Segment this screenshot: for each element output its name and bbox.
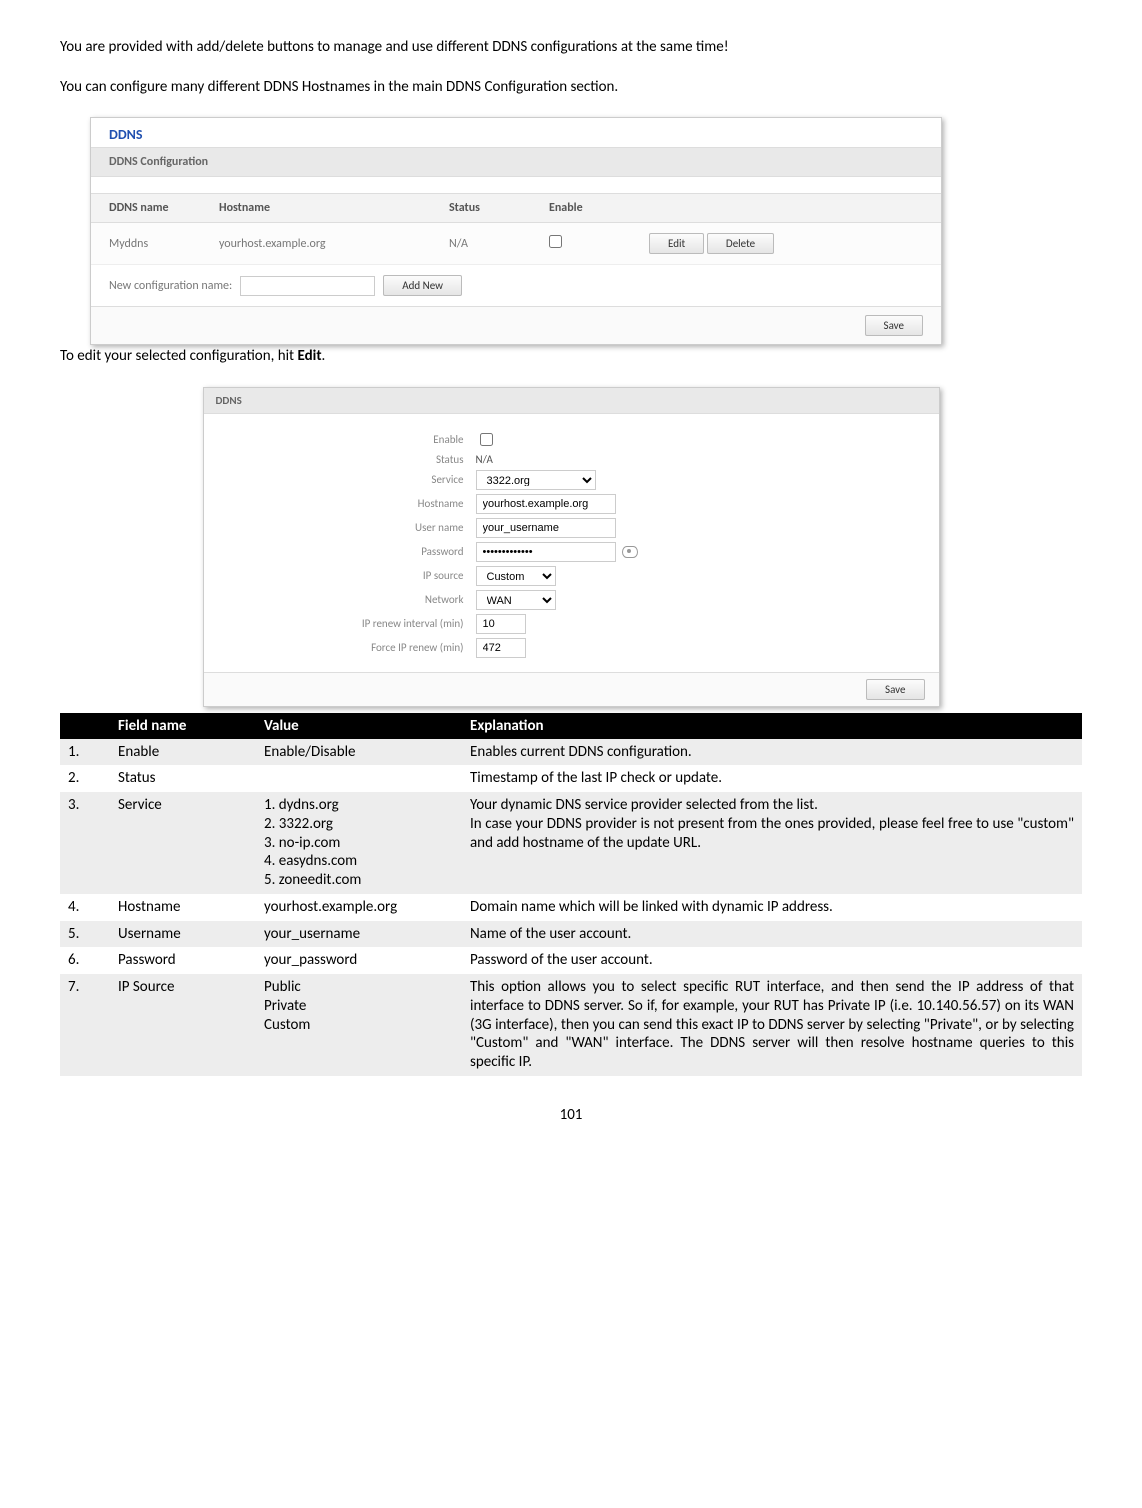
table-row: 7.IP SourcePublic Private CustomThis opt… [60,974,1082,1076]
ddns-edit-screenshot: DDNS Enable Status N/A Service 3322.org … [203,387,940,707]
th-num [60,713,110,739]
edit-instruction: To edit your selected configuration, hit… [60,347,1082,367]
forceip-input[interactable] [476,638,526,658]
cell-hostname: yourhost.example.org [219,237,449,251]
th-field: Field name [110,713,256,739]
delete-button[interactable]: Delete [707,233,774,254]
label-password: Password [204,545,476,558]
table-row: 4.Hostnameyourhost.example.orgDomain nam… [60,894,1082,921]
panel-subtitle: DDNS Configuration [91,147,941,177]
show-password-icon[interactable] [622,546,638,558]
label-forceip: Force IP renew (min) [204,641,476,654]
enable-checkbox[interactable] [549,235,562,248]
network-select[interactable]: WAN [476,590,556,610]
col-enable: Enable [549,201,649,215]
ddns-list-screenshot: DDNS DDNS Configuration DDNS name Hostna… [90,117,942,345]
intro-paragraph-2: You can configure many different DDNS Ho… [60,78,1082,98]
cell-status: N/A [449,237,549,251]
hostname-input[interactable] [476,494,616,514]
col-ddns-name: DDNS name [109,201,219,215]
iprenew-input[interactable] [476,614,526,634]
password-input[interactable] [476,542,616,562]
label-ipsource: IP source [204,569,476,582]
enable-checkbox-edit[interactable] [480,433,493,446]
new-config-row: New configuration name: Add New [91,264,941,306]
edit-button[interactable]: Edit [649,233,704,254]
page-number: 101 [60,1106,1082,1124]
label-hostname: Hostname [204,497,476,510]
add-new-button[interactable]: Add New [383,275,462,296]
th-value: Value [256,713,462,739]
edit-panel-title: DDNS [204,388,939,414]
col-hostname: Hostname [219,201,449,215]
label-network: Network [204,593,476,606]
list-header-row: DDNS name Hostname Status Enable [91,193,941,223]
new-config-label: New configuration name: [109,279,232,293]
th-explanation: Explanation [462,713,1082,739]
table-row: 1.EnableEnable/DisableEnables current DD… [60,739,1082,766]
field-explanation-table: Field name Value Explanation 1.EnableEna… [60,713,1082,1076]
label-enable: Enable [204,433,476,446]
label-iprenew: IP renew interval (min) [204,617,476,630]
table-row: 5.Usernameyour_usernameName of the user … [60,921,1082,948]
label-username: User name [204,521,476,534]
table-row: 3.Service1. dydns.org 2. 3322.org 3. no-… [60,792,1082,894]
panel-title: DDNS [91,118,941,147]
ipsource-select[interactable]: Custom [476,566,556,586]
list-row: Myddns yourhost.example.org N/A Edit Del… [91,223,941,264]
save-button[interactable]: Save [865,315,923,336]
table-row: 2.StatusTimestamp of the last IP check o… [60,765,1082,792]
label-service: Service [204,473,476,486]
intro-paragraph-1: You are provided with add/delete buttons… [60,38,1082,58]
username-input[interactable] [476,518,616,538]
col-status: Status [449,201,549,215]
service-select[interactable]: 3322.org [476,470,596,490]
new-config-input[interactable] [240,276,375,296]
label-status: Status [204,453,476,466]
cell-ddns-name: Myddns [109,237,219,251]
table-row: 6.Passwordyour_passwordPassword of the u… [60,947,1082,974]
save-button-edit[interactable]: Save [866,679,924,700]
value-status: N/A [476,453,939,466]
